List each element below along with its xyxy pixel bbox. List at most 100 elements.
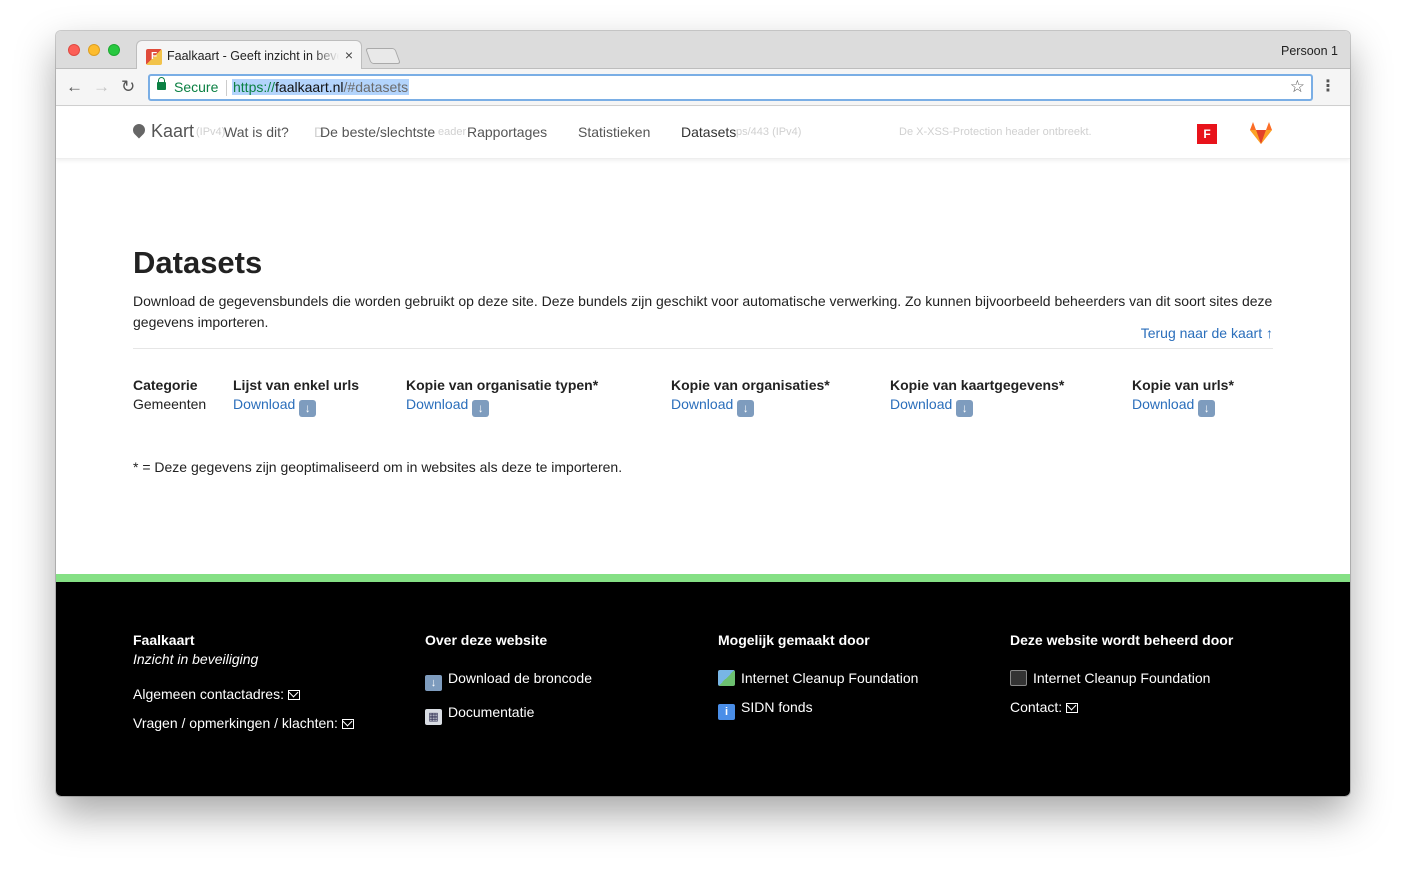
dataset-column: Kopie van organisatie typen* Download ↓ <box>406 377 598 417</box>
nav-brand-label: Kaart <box>151 121 195 141</box>
footer-column-about: Over deze website ↓ Download de broncode … <box>425 632 592 738</box>
gitlab-icon[interactable] <box>1248 121 1274 145</box>
url-host: faalkaart.nl <box>275 79 344 95</box>
download-arrow-icon: ↓ <box>956 400 974 417</box>
download-link[interactable]: Download ↓ <box>233 396 359 417</box>
category-column: Categorie Gemeenten <box>133 377 206 412</box>
url-path: /#datasets <box>343 79 409 95</box>
faalkaart-f-icon[interactable]: F <box>1197 124 1217 144</box>
ghost-text: eader <box>438 126 467 138</box>
footer-contact-link[interactable]: Contact: <box>1010 699 1233 715</box>
mail-icon <box>341 719 354 729</box>
nav-item-rapportages[interactable]: Rapportages <box>467 124 547 140</box>
site-footer: Faalkaart Inzicht in beveiliging Algemee… <box>56 582 1350 796</box>
footer-column-maintainer: Deze website wordt beheerd door Internet… <box>1010 632 1233 728</box>
ghost-text: ps/443 (IPv4) <box>736 126 802 138</box>
footer-title: Over deze website <box>425 632 548 648</box>
footer-spacer <box>718 651 918 670</box>
download-link-label: Download <box>233 396 296 412</box>
maximize-window-button[interactable] <box>108 44 120 56</box>
browser-toolbar: ← → ↻ Secure https://faalkaart.nl/#datas… <box>56 69 1350 106</box>
footnote: * = Deze gegevens zijn geoptimaliseerd o… <box>133 459 623 475</box>
footer-link-label: Internet Cleanup Foundation <box>1033 670 1211 686</box>
download-arrow-icon: ↓ <box>472 400 490 417</box>
page-title: Datasets <box>133 245 263 280</box>
footer-link-icf[interactable]: Internet Cleanup Foundation <box>718 670 918 686</box>
footer-link-maintainer[interactable]: Internet Cleanup Foundation <box>1010 670 1233 686</box>
nav-brand-kaart[interactable]: Kaart <box>130 121 195 142</box>
category-value: Gemeenten <box>133 396 207 412</box>
footer-title: Mogelijk gemaakt door <box>718 632 870 648</box>
tab-title: Faalkaart - Geeft inzicht in beveiliging <box>167 49 339 63</box>
back-arrow-icon[interactable]: ← <box>66 77 83 97</box>
download-arrow-icon: ↓ <box>737 400 755 417</box>
footer-column-faalkaart: Faalkaart Inzicht in beveiliging Algemee… <box>133 632 354 744</box>
mail-icon <box>1066 703 1079 713</box>
dataset-column: Kopie van kaartgegevens* Download ↓ <box>890 377 1064 417</box>
dataset-column: Kopie van organisaties* Download ↓ <box>671 377 830 417</box>
address-bar[interactable]: Secure https://faalkaart.nl/#datasets ☆ <box>148 74 1313 101</box>
security-label: Secure <box>174 79 219 95</box>
nav-item-wat-is-dit[interactable]: Wat is dit? <box>224 124 289 140</box>
footer-link-source[interactable]: ↓ Download de broncode <box>425 670 592 691</box>
reload-icon[interactable]: ↻ <box>121 77 135 97</box>
nav-item-beste-slechtste[interactable]: De beste/slechtste <box>320 124 435 140</box>
close-window-button[interactable] <box>68 44 80 56</box>
omnibox-separator <box>226 80 227 96</box>
book-icon: ▦ <box>425 709 442 725</box>
footer-link-label: Contact: <box>1010 699 1063 715</box>
url-text[interactable]: https://faalkaart.nl/#datasets <box>232 79 410 95</box>
nav-item-statistieken[interactable]: Statistieken <box>578 124 650 140</box>
download-link[interactable]: Download ↓ <box>1132 396 1234 417</box>
dataset-column: Kopie van urls* Download ↓ <box>1132 377 1234 417</box>
tab-strip: F Faalkaart - Geeft inzicht in beveiligi… <box>56 31 1350 70</box>
favicon-icon: F <box>146 49 162 65</box>
tab-close-icon[interactable]: × <box>345 47 353 63</box>
divider <box>133 348 1273 349</box>
download-link[interactable]: Download ↓ <box>890 396 1064 417</box>
download-link-label: Download <box>890 396 953 412</box>
footer-link-docs[interactable]: ▦ Documentatie <box>425 704 592 725</box>
ghost-text: De X-XSS-Protection header ontbreekt. <box>899 126 1092 138</box>
nav-item-datasets[interactable]: Datasets <box>681 124 736 140</box>
download-link[interactable]: Download ↓ <box>671 396 830 417</box>
browser-tab[interactable]: F Faalkaart - Geeft inzicht in beveiligi… <box>136 40 362 70</box>
browser-menu-icon[interactable]: ⋮ <box>1320 76 1336 96</box>
download-link-label: Download <box>1132 396 1195 412</box>
footer-link-label: Internet Cleanup Foundation <box>741 670 919 686</box>
contact-feedback-label: Vragen / opmerkingen / klachten: <box>133 715 338 731</box>
download-link-label: Download <box>406 396 469 412</box>
footer-link-label: Documentatie <box>448 704 535 720</box>
map-pin-icon <box>130 121 148 139</box>
profile-button[interactable]: Persoon 1 <box>1281 44 1338 58</box>
bookmark-star-icon[interactable]: ☆ <box>1290 77 1305 97</box>
download-link-label: Download <box>671 396 734 412</box>
download-link[interactable]: Download ↓ <box>406 396 598 417</box>
site-navbar: Kaart (IPv4) Wat is dit? D De beste/slec… <box>56 107 1350 159</box>
footer-title: Deze website wordt beheerd door <box>1010 632 1234 648</box>
contact-general-label: Algemeen contactadres: <box>133 686 284 702</box>
map-icon <box>718 670 735 686</box>
forward-arrow-icon[interactable]: → <box>93 77 110 97</box>
footer-link-sidn[interactable]: i SIDN fonds <box>718 699 918 720</box>
category-header: Categorie <box>133 377 198 393</box>
minimize-window-button[interactable] <box>88 44 100 56</box>
computer-icon <box>1010 670 1027 686</box>
intro-text: Download de gegevensbundels die worden g… <box>133 293 1273 330</box>
info-icon: i <box>718 704 735 720</box>
dataset-header: Kopie van kaartgegevens* <box>890 377 1065 393</box>
ghost-text: (IPv4) <box>196 126 226 138</box>
dataset-header: Kopie van urls* <box>1132 377 1234 393</box>
footer-spacer <box>1010 651 1233 670</box>
download-arrow-icon: ↓ <box>1198 400 1216 417</box>
mail-icon <box>287 690 300 700</box>
dataset-header: Kopie van organisaties* <box>671 377 830 393</box>
back-to-map-link[interactable]: Terug naar de kaart ↑ <box>1141 325 1273 341</box>
dataset-column: Lijst van enkel urls Download ↓ <box>233 377 359 417</box>
new-tab-button[interactable] <box>365 48 401 64</box>
dataset-header: Lijst van enkel urls <box>233 377 360 393</box>
footer-link-label: Download de broncode <box>448 670 592 686</box>
contact-feedback-link[interactable]: Vragen / opmerkingen / klachten: <box>133 715 354 731</box>
contact-general-link[interactable]: Algemeen contactadres: <box>133 686 354 702</box>
download-icon: ↓ <box>425 675 442 691</box>
